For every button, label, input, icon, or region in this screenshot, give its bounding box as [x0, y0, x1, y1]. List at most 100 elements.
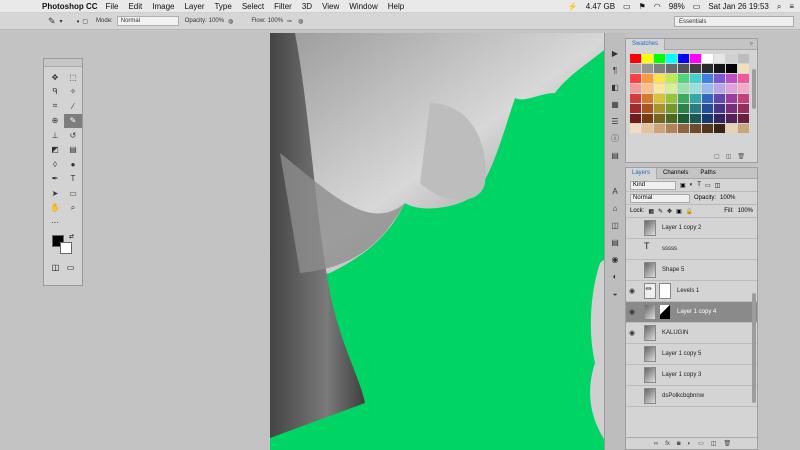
character-icon[interactable]: A	[608, 184, 622, 198]
lock-brush-icon[interactable]: ✎	[658, 208, 663, 215]
search-icon[interactable]: ⌕	[777, 2, 781, 12]
menu-file[interactable]: File	[106, 2, 119, 11]
color-swatch[interactable]	[738, 54, 749, 63]
layer-mask-thumbnail[interactable]	[659, 304, 671, 320]
color-swatch[interactable]	[666, 114, 677, 123]
layer-row[interactable]: ◉ ⏛ Levels 1	[626, 281, 757, 302]
more-tools-icon[interactable]: ⋯	[46, 215, 64, 230]
fx-icon[interactable]: fx	[665, 441, 670, 447]
color-swatch[interactable]	[630, 94, 641, 103]
adjustment-filter-icon[interactable]: ◐	[690, 182, 694, 188]
brush-settings-icon[interactable]: ▢	[82, 18, 88, 25]
layer-row[interactable]: Tsssss	[626, 239, 757, 260]
pixel-filter-icon[interactable]: ▣	[680, 182, 686, 189]
layer-row[interactable]: ◉ Layer 1 copy 4	[626, 302, 757, 323]
color-swatch[interactable]	[666, 84, 677, 93]
color-swatch[interactable]	[654, 114, 665, 123]
color-swatch[interactable]	[678, 114, 689, 123]
brush-settings-icon[interactable]: ▦	[608, 97, 622, 111]
crop-tool-icon[interactable]: ⌗	[46, 99, 64, 114]
group-icon[interactable]: ▭	[698, 440, 704, 447]
color-swatch[interactable]	[678, 54, 689, 63]
menu-filter[interactable]: Filter	[274, 2, 292, 11]
color-swatch[interactable]	[726, 54, 737, 63]
color-swatch[interactable]	[714, 74, 725, 83]
brush-preset-icon[interactable]: •	[77, 17, 80, 26]
paragraph-icon[interactable]: ¶	[608, 63, 622, 77]
hand-tool-icon[interactable]: ✋	[46, 201, 64, 216]
eraser-tool-icon[interactable]: ◩	[46, 143, 64, 158]
color-swatch[interactable]	[678, 94, 689, 103]
menu-list-icon[interactable]: ≡	[789, 2, 794, 11]
quick-mask-icon[interactable]: ◫	[52, 263, 60, 272]
color-swatch[interactable]	[642, 124, 653, 133]
color-swatch[interactable]	[690, 74, 701, 83]
blend-mode-select[interactable]: Normal	[630, 193, 690, 203]
color-swatch[interactable]	[630, 114, 641, 123]
flag-icon[interactable]: ⚑	[639, 2, 646, 11]
gradient-tool-icon[interactable]: ▤	[64, 143, 82, 158]
color-swatch[interactable]	[702, 124, 713, 133]
color-swatch[interactable]	[702, 94, 713, 103]
dodge-tool-icon[interactable]: ●	[64, 157, 82, 172]
color-swatch[interactable]	[714, 54, 725, 63]
menu-edit[interactable]: Edit	[128, 2, 142, 11]
history-icon[interactable]: ▤	[608, 235, 622, 249]
color-swatch[interactable]	[702, 54, 713, 63]
lock-move-icon[interactable]: ✥	[667, 208, 672, 215]
fill-value[interactable]: 100%	[738, 208, 753, 214]
color-swatch[interactable]	[738, 64, 749, 73]
color-swatch[interactable]	[666, 54, 677, 63]
tool-presets-icon[interactable]: ⌂	[608, 201, 622, 215]
color-swatch[interactable]	[690, 124, 701, 133]
trash-icon[interactable]: 🗑	[737, 153, 745, 162]
menu-help[interactable]: Help	[388, 2, 404, 11]
color-swatch[interactable]	[654, 74, 665, 83]
menu-view[interactable]: View	[322, 2, 339, 11]
color-swatch[interactable]	[714, 124, 725, 133]
color-swatch[interactable]	[642, 94, 653, 103]
clock[interactable]: Sat Jan 26 19:53	[708, 2, 769, 11]
quick-select-tool-icon[interactable]: ✧	[64, 85, 82, 100]
color-swatch[interactable]	[726, 104, 737, 113]
adjustment-layer-icon[interactable]: ◐	[687, 441, 691, 447]
color-swatch[interactable]	[654, 84, 665, 93]
color-swatch[interactable]	[678, 64, 689, 73]
brush-tool-icon[interactable]: ✎	[64, 113, 82, 128]
color-swatch[interactable]	[666, 94, 677, 103]
info-icon[interactable]: ⓘ	[608, 131, 622, 145]
properties-icon[interactable]: ◫	[608, 218, 622, 232]
blur-tool-icon[interactable]: ◊	[46, 157, 64, 172]
visibility-eye-icon[interactable]: ◉	[626, 329, 638, 337]
type-tool-icon[interactable]: T	[64, 172, 82, 187]
color-swatch[interactable]	[678, 104, 689, 113]
color-swatch[interactable]	[690, 64, 701, 73]
color-swatch[interactable]	[630, 104, 641, 113]
color-swatch[interactable]	[630, 124, 641, 133]
swap-colors-icon[interactable]: ⇄	[69, 233, 74, 240]
type-filter-icon[interactable]: T	[697, 182, 701, 188]
menu-image[interactable]: Image	[152, 2, 174, 11]
link-icon[interactable]: ∞	[654, 441, 658, 447]
color-swatch[interactable]	[738, 104, 749, 113]
layers-scrollbar[interactable]	[752, 293, 756, 403]
workspace-select[interactable]: Essentials	[674, 16, 794, 27]
lasso-tool-icon[interactable]: ᑫ	[46, 85, 64, 100]
swatches-scrollbar[interactable]	[752, 69, 756, 109]
paths-icon[interactable]: ◒	[608, 286, 622, 300]
color-swatch[interactable]	[690, 104, 701, 113]
color-swatch[interactable]	[630, 54, 641, 63]
color-swatch[interactable]	[666, 74, 677, 83]
stamp-tool-icon[interactable]: ⊥	[46, 128, 64, 143]
color-swatch[interactable]	[642, 74, 653, 83]
layer-row[interactable]: Layer 1 copy 5	[626, 344, 757, 365]
layer-row[interactable]: Layer 1 copy 3	[626, 365, 757, 386]
color-swatch[interactable]	[642, 64, 653, 73]
battery-icon[interactable]: ▭	[693, 2, 701, 11]
color-swatch[interactable]	[738, 94, 749, 103]
shape-filter-icon[interactable]: ▭	[705, 182, 711, 189]
color-swatch[interactable]	[654, 54, 665, 63]
color-swatch[interactable]	[654, 64, 665, 73]
menu-3d[interactable]: 3D	[302, 2, 312, 11]
history-brush-tool-icon[interactable]: ↺	[64, 128, 82, 143]
